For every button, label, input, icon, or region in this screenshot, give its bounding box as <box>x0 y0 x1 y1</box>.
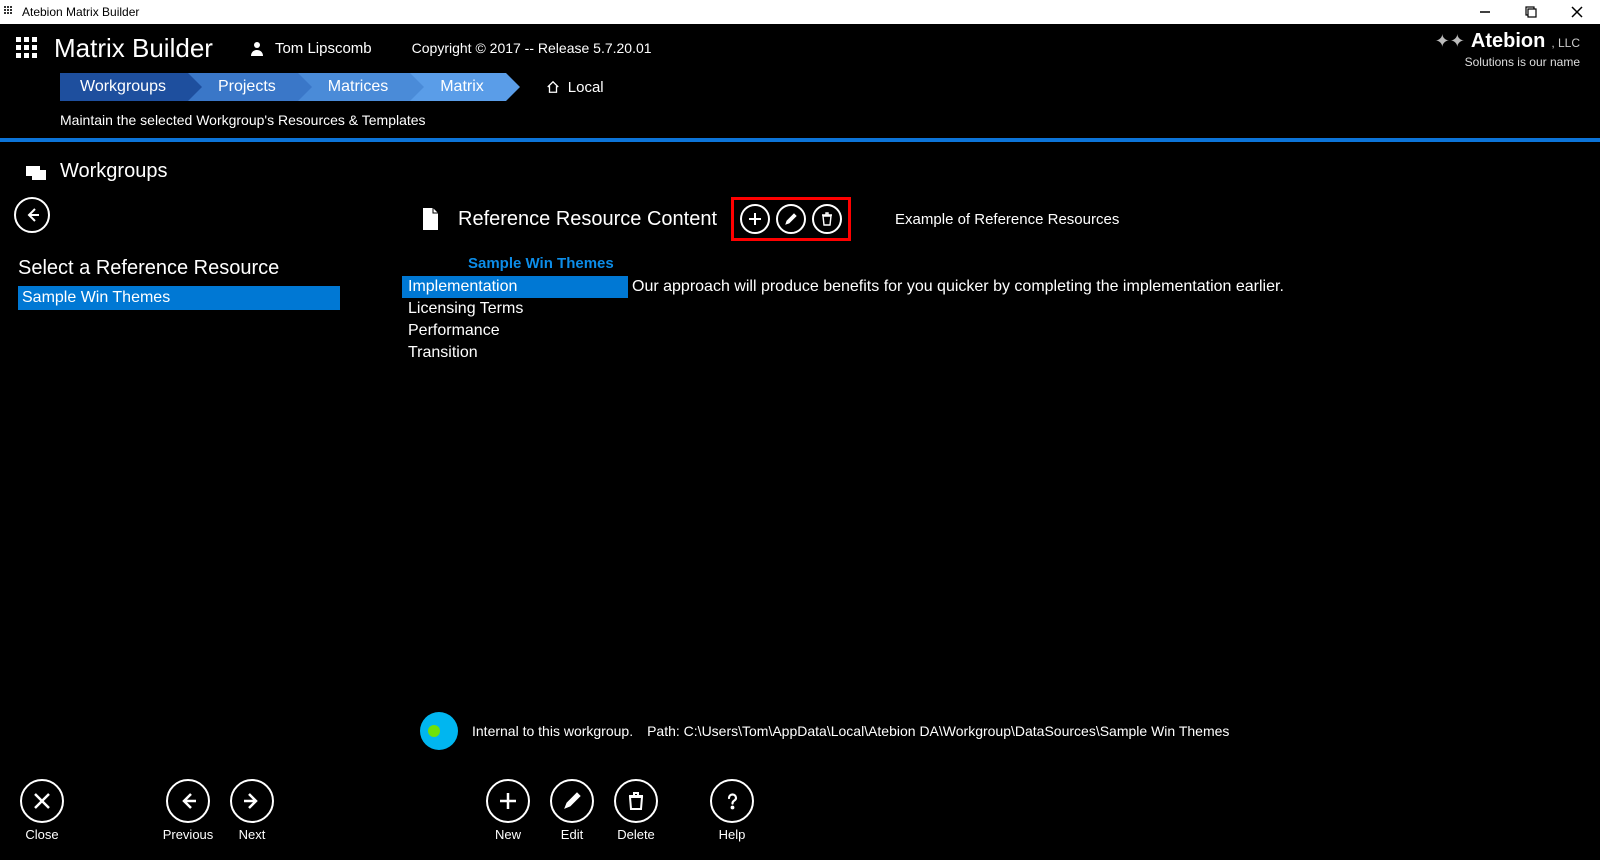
close-button[interactable]: Close <box>14 779 70 842</box>
crumb-matrices[interactable]: Matrices <box>298 73 410 101</box>
delete-label: Delete <box>617 827 655 842</box>
home-icon <box>546 80 560 94</box>
window-title: Atebion Matrix Builder <box>22 5 139 19</box>
content-title: Reference Resource Content <box>458 208 717 231</box>
status-scope-label: Internal to this workgroup. <box>472 723 633 739</box>
help-label: Help <box>719 827 746 842</box>
brand-suffix: , LLC <box>1551 36 1580 50</box>
crumb-workgroups[interactable]: Workgroups <box>60 73 188 101</box>
status-row: Internal to this workgroup. Path: C:\Use… <box>0 712 1600 750</box>
content-item[interactable]: Licensing Terms <box>402 298 628 320</box>
brand-tagline: Solutions is our name <box>1435 55 1580 69</box>
close-label: Close <box>25 827 58 842</box>
content-item[interactable]: Implementation <box>402 276 628 298</box>
crumb-matrix[interactable]: Matrix <box>410 73 506 101</box>
content-item-list: Implementation Licensing Terms Performan… <box>402 276 628 364</box>
edit-button[interactable]: Edit <box>544 779 600 842</box>
breadcrumb: Workgroups Projects Matrices Matrix Loca… <box>0 72 1600 102</box>
maximize-button[interactable] <box>1508 0 1554 24</box>
document-icon <box>420 207 440 231</box>
section-title: Workgroups <box>60 160 167 183</box>
resource-list: Sample Win Themes <box>18 286 340 310</box>
content-group-heading: Sample Win Themes <box>468 255 1600 272</box>
content-item[interactable]: Transition <box>402 342 628 364</box>
breadcrumb-subtext: Maintain the selected Workgroup's Resour… <box>0 102 1600 138</box>
content-tool-highlight <box>731 197 851 241</box>
edit-label: Edit <box>561 827 583 842</box>
minimize-button[interactable] <box>1462 0 1508 24</box>
location-label: Local <box>568 79 604 96</box>
location-indicator: Local <box>546 79 604 96</box>
bottom-toolbar: Close Previous Next New Edit Delete Help <box>0 770 1600 850</box>
new-button[interactable]: New <box>480 779 536 842</box>
workgroups-icon <box>26 164 46 180</box>
content-delete-button[interactable] <box>812 204 842 234</box>
app-header: Matrix Builder Tom Lipscomb Copyright © … <box>0 24 1600 72</box>
brand-name: Atebion <box>1471 30 1545 53</box>
crumb-projects[interactable]: Projects <box>188 73 298 101</box>
previous-label: Previous <box>163 827 214 842</box>
example-label: Example of Reference Resources <box>895 211 1119 228</box>
next-label: Next <box>239 827 266 842</box>
next-button[interactable]: Next <box>224 779 280 842</box>
left-panel-title: Select a Reference Resource <box>18 257 340 280</box>
resource-item[interactable]: Sample Win Themes <box>18 286 340 310</box>
content-header: Reference Resource Content Example of Re… <box>420 197 1600 241</box>
user-name-label: Tom Lipscomb <box>275 40 372 57</box>
window-close-button[interactable] <box>1554 0 1600 24</box>
content-description: Our approach will produce benefits for y… <box>632 276 1600 296</box>
status-indicator-icon <box>420 712 458 750</box>
previous-button[interactable]: Previous <box>160 779 216 842</box>
app-menu-icon[interactable] <box>16 37 38 59</box>
puzzle-icon: ✦✦ <box>1435 31 1465 52</box>
content-item[interactable]: Performance <box>402 320 628 342</box>
content-edit-button[interactable] <box>776 204 806 234</box>
window-titlebar: Atebion Matrix Builder <box>0 0 1600 24</box>
app-grip-icon <box>4 6 16 18</box>
help-button[interactable]: Help <box>704 779 760 842</box>
section-heading: Workgroups <box>0 142 1600 183</box>
delete-button[interactable]: Delete <box>608 779 664 842</box>
user-icon <box>249 40 265 56</box>
status-path-label: Path: C:\Users\Tom\AppData\Local\Atebion… <box>647 723 1229 739</box>
new-label: New <box>495 827 521 842</box>
copyright-label: Copyright © 2017 -- Release 5.7.20.01 <box>412 40 652 56</box>
brand-block: ✦✦ Atebion , LLC Solutions is our name <box>1435 30 1580 69</box>
content-add-button[interactable] <box>740 204 770 234</box>
app-title: Matrix Builder <box>54 33 213 64</box>
current-user: Tom Lipscomb <box>249 40 372 57</box>
